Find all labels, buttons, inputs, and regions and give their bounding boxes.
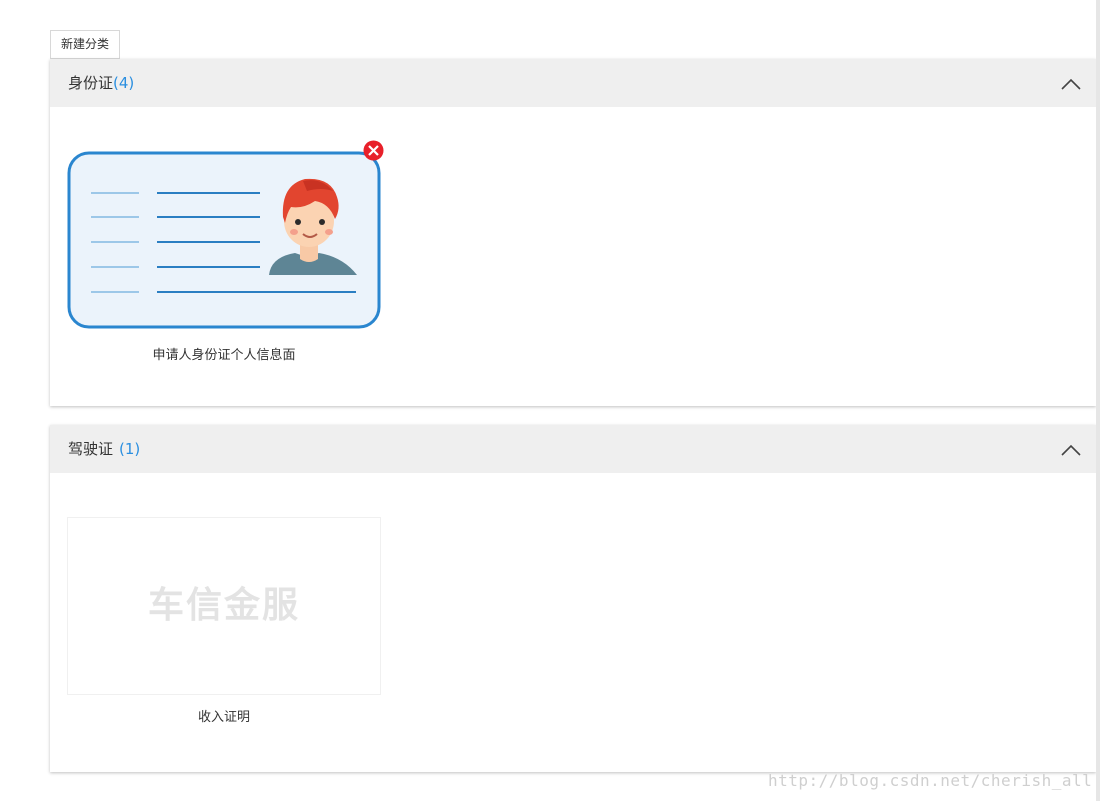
id-card-illustration: [67, 151, 381, 329]
category-panel-driver-license: 驾驶证 (1) 车信金服 收入证明: [50, 425, 1096, 772]
document-card-label: 收入证明: [197, 710, 250, 725]
category-title: 身份证(4): [68, 73, 134, 93]
category-count: (4): [113, 74, 135, 92]
category-header[interactable]: 身份证(4): [50, 59, 1096, 107]
scrollbar[interactable]: [1096, 0, 1100, 801]
document-card[interactable]: 申请人身份证个人信息面: [67, 140, 384, 363]
placeholder-logo-text: 车信金服: [147, 585, 300, 626]
document-manager-page: 新建分类 身份证(4) 申请人身份证个人信息面 驾驶证 (1) 车信金服 收入证…: [0, 0, 1100, 801]
category-title-text: 驾驶证: [68, 440, 114, 458]
document-card-label: 申请人身份证个人信息面: [152, 348, 296, 363]
close-circle-icon[interactable]: [363, 140, 384, 161]
document-card-placeholder[interactable]: 车信金服: [67, 517, 381, 695]
category-header[interactable]: 驾驶证 (1): [50, 425, 1096, 473]
category-panel-id-card: 身份证(4) 申请人身份证个人信息面: [50, 59, 1096, 406]
category-count: (1): [119, 440, 141, 458]
chevron-up-icon[interactable]: [1060, 73, 1082, 93]
category-title: 驾驶证 (1): [68, 439, 140, 459]
category-title-text: 身份证: [68, 74, 114, 92]
watermark-url: http://blog.csdn.net/cherish_all: [768, 771, 1093, 790]
chevron-up-icon[interactable]: [1060, 439, 1082, 459]
new-category-button[interactable]: 新建分类: [50, 30, 120, 59]
